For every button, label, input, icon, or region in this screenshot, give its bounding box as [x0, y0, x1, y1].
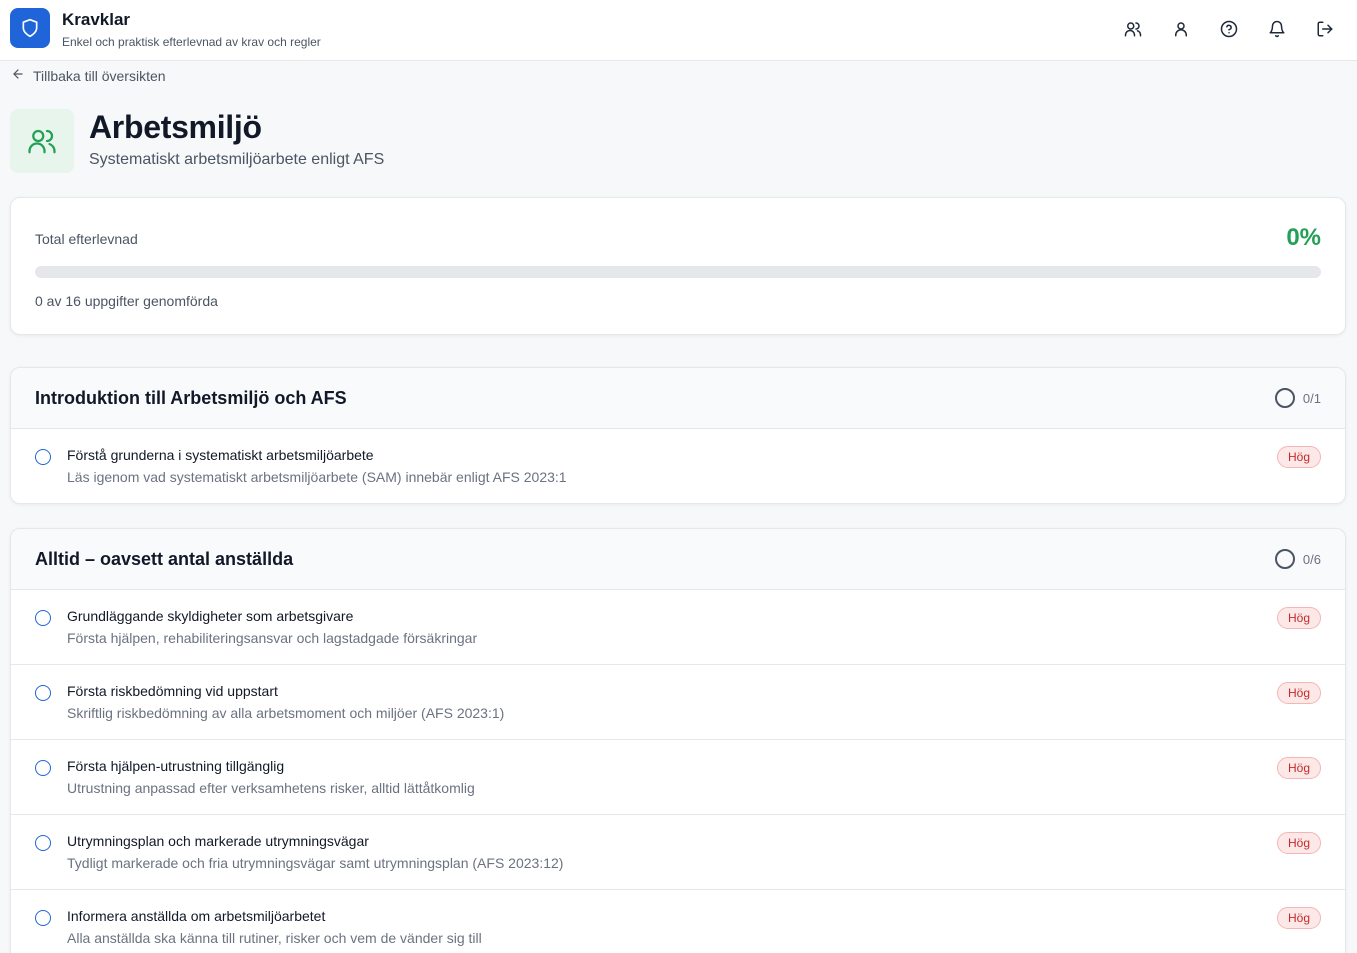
progress-ring-icon: [1274, 549, 1295, 569]
task-row[interactable]: Informera anställda om arbetsmiljöarbete…: [11, 890, 1345, 953]
back-link-label: Tillbaka till översikten: [33, 67, 166, 84]
task-description: Skriftlig riskbedömning av alla arbetsmo…: [67, 705, 505, 721]
page-users-icon: [10, 109, 74, 173]
progress-ring-icon: [1274, 388, 1295, 408]
task-title: Utrymningsplan och markerade utrymningsv…: [67, 833, 369, 849]
task-title: Informera anställda om arbetsmiljöarbete…: [67, 908, 326, 924]
page-subtitle: Systematiskt arbetsmiljöarbete enligt AF…: [89, 151, 385, 168]
priority-badge: Hög: [1276, 907, 1321, 929]
task-title: Grundläggande skyldigheter som arbetsgiv…: [67, 608, 354, 624]
task-row[interactable]: Utrymningsplan och markerade utrymningsv…: [11, 815, 1345, 890]
back-link[interactable]: Tillbaka till översikten: [11, 67, 166, 84]
task-checkbox[interactable]: [35, 835, 51, 851]
task-row[interactable]: Grundläggande skyldigheter som arbetsgiv…: [11, 590, 1345, 665]
app-subtitle: Enkel och praktisk efterlevnad av krav o…: [62, 35, 321, 49]
shield-logo-icon[interactable]: [10, 8, 50, 48]
progress-percent: 0%: [1286, 224, 1321, 251]
task-checkbox[interactable]: [35, 910, 51, 926]
task-description: Utrustning anpassad efter verksamhetens …: [67, 780, 475, 796]
app-title: Kravklar: [62, 10, 131, 29]
user-icon[interactable]: [1169, 17, 1193, 41]
section-progress: 0/1: [1274, 388, 1321, 408]
compliance-progress-card: Total efterlevnad 0% 0 av 16 uppgifter g…: [10, 197, 1346, 335]
section-title: Introduktion till Arbetsmiljö och AFS: [35, 388, 347, 408]
task-checkbox[interactable]: [35, 449, 51, 465]
section-progress-count: 0/1: [1302, 390, 1321, 406]
task-description: Läs igenom vad systematiskt arbetsmiljöa…: [67, 469, 567, 485]
task-checkbox[interactable]: [35, 685, 51, 701]
task-title: Förstå grunderna i systematiskt arbetsmi…: [67, 447, 374, 463]
progress-label: Total efterlevnad: [35, 231, 138, 247]
top-header: Kravklar Enkel och praktisk efterlevnad …: [0, 0, 1357, 61]
logout-icon[interactable]: [1313, 17, 1337, 41]
users-icon[interactable]: [1121, 17, 1145, 41]
section-header[interactable]: Alltid – oavsett antal anställda 0/6: [11, 529, 1345, 590]
priority-badge: Hög: [1276, 757, 1321, 779]
task-row[interactable]: Första hjälpen-utrustning tillgänglig Ut…: [11, 740, 1345, 815]
task-title: Första riskbedömning vid uppstart: [67, 683, 278, 699]
task-checkbox[interactable]: [35, 760, 51, 776]
task-description: Tydligt markerade och fria utrymningsväg…: [67, 855, 564, 871]
section-title: Alltid – oavsett antal anställda: [35, 549, 294, 569]
header-actions: [1121, 17, 1337, 41]
priority-badge: Hög: [1276, 832, 1321, 854]
task-row[interactable]: Förstå grunderna i systematiskt arbetsmi…: [11, 429, 1345, 503]
task-checkbox[interactable]: [35, 610, 51, 626]
task-title: Första hjälpen-utrustning tillgänglig: [67, 758, 285, 774]
page-title: Arbetsmiljö: [89, 109, 262, 145]
task-row[interactable]: Första riskbedömning vid uppstart Skrift…: [11, 665, 1345, 740]
task-description: Första hjälpen, rehabiliteringsansvar oc…: [67, 630, 478, 646]
section-progress: 0/6: [1274, 549, 1321, 569]
priority-badge: Hög: [1276, 682, 1321, 704]
priority-badge: Hög: [1276, 446, 1321, 468]
section-card: Alltid – oavsett antal anställda 0/6 Gru…: [10, 528, 1346, 953]
section-header[interactable]: Introduktion till Arbetsmiljö och AFS 0/…: [11, 368, 1345, 429]
priority-badge: Hög: [1276, 607, 1321, 629]
help-icon[interactable]: [1217, 17, 1241, 41]
progress-count: 0 av 16 uppgifter genomförda: [35, 293, 218, 309]
task-description: Alla anställda ska känna till rutiner, r…: [67, 930, 482, 946]
section-card: Introduktion till Arbetsmiljö och AFS 0/…: [10, 367, 1346, 504]
section-progress-count: 0/6: [1302, 551, 1321, 567]
bell-icon[interactable]: [1265, 17, 1289, 41]
progress-bar: [35, 266, 1321, 278]
arrow-left-icon: [11, 67, 25, 84]
